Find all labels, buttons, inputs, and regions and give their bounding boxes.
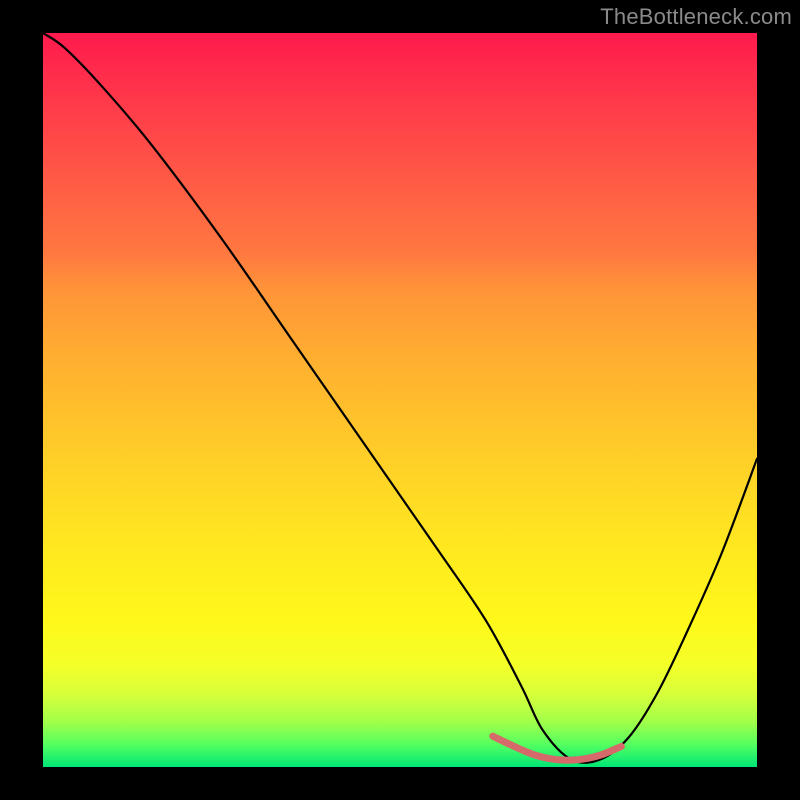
gradient-plot-area bbox=[43, 33, 757, 767]
attribution-watermark: TheBottleneck.com bbox=[600, 4, 792, 30]
chart-frame: TheBottleneck.com bbox=[0, 0, 800, 800]
